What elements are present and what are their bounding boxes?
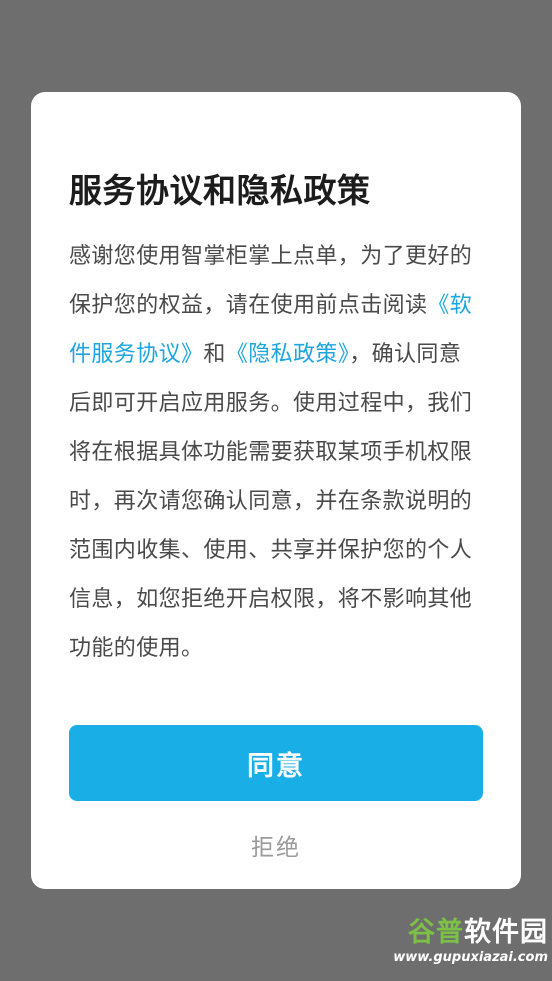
- body-line: 后即可开启应用服务。使用过程中，我们: [69, 391, 473, 416]
- dialog-title: 服务协议和隐私政策: [69, 171, 371, 210]
- privacy-dialog: 服务协议和隐私政策 感谢您使用智掌柜掌上点单，为了更好的 保护您的权益，请在使用…: [31, 92, 521, 889]
- privacy-policy-link[interactable]: 《隐私政策》: [226, 342, 349, 367]
- agree-button[interactable]: 同意: [69, 725, 483, 801]
- dialog-body: 感谢您使用智掌柜掌上点单，为了更好的 保护您的权益，请在使用前点击阅读《软 件服…: [69, 232, 487, 673]
- software-agreement-link[interactable]: 件服务协议》: [69, 342, 203, 367]
- site-watermark: 谷普软件园 www.gupuxiazai.com: [378, 917, 548, 975]
- body-text-segment: ，确认同意: [349, 342, 462, 367]
- watermark-brand-green: 谷普: [408, 917, 464, 948]
- body-text-segment: 和: [203, 342, 226, 367]
- body-line: 将在根据具体功能需要获取某项手机权限: [69, 440, 473, 465]
- watermark-url: www.gupuxiazai.com: [393, 950, 548, 965]
- body-line: 感谢您使用智掌柜掌上点单，为了更好的: [69, 244, 473, 269]
- body-text-segment: 保护您的权益，请在使用前点击阅读: [69, 293, 428, 318]
- reject-button[interactable]: 拒绝: [69, 825, 483, 865]
- software-agreement-link[interactable]: 《软: [427, 293, 472, 318]
- watermark-brand: 谷普软件园: [378, 917, 548, 949]
- watermark-brand-white: 软件园: [464, 917, 548, 948]
- body-line: 功能的使用。: [69, 636, 204, 661]
- body-line: 信息，如您拒绝开启权限，将不影响其他: [69, 587, 473, 612]
- body-line: 保护您的权益，请在使用前点击阅读《软: [69, 281, 487, 330]
- body-line: 件服务协议》和《隐私政策》，确认同意: [69, 330, 487, 379]
- body-line: 时，再次请您确认同意，并在条款说明的: [69, 489, 473, 514]
- body-line: 范围内收集、使用、共享并保护您的个人: [69, 538, 473, 563]
